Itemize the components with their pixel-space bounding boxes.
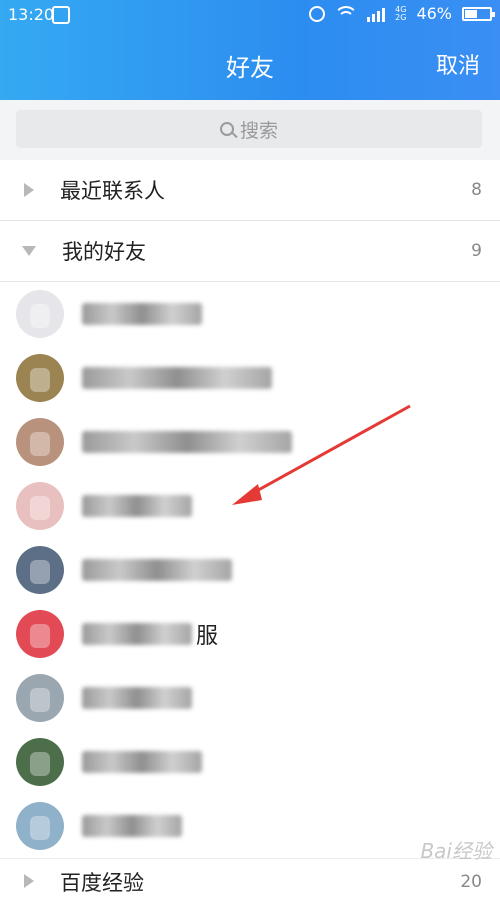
screenshot-app-icon — [52, 6, 70, 24]
friend-row[interactable] — [0, 282, 500, 347]
name-redaction — [82, 495, 192, 517]
friend-row[interactable] — [0, 538, 500, 603]
friend-row[interactable] — [0, 410, 500, 475]
friend-name — [82, 428, 296, 456]
friend-name — [82, 364, 276, 392]
search-icon — [219, 122, 234, 136]
group-label: 最近联系人 — [60, 179, 165, 203]
friend-name — [82, 812, 186, 840]
name-redaction — [82, 367, 272, 389]
search-area: 搜索 — [0, 100, 500, 160]
friend-row[interactable]: 服 — [0, 602, 500, 667]
avatar — [16, 546, 64, 594]
avatar — [16, 738, 64, 786]
group-my-friends[interactable]: 我的好友 9 — [0, 221, 500, 282]
avatar — [16, 418, 64, 466]
group-count: 8 — [471, 180, 482, 200]
avatar — [16, 802, 64, 850]
friend-name — [82, 492, 196, 520]
group-label: 我的好友 — [62, 240, 146, 264]
battery-percent: 46% — [416, 4, 452, 23]
group-count: 9 — [471, 241, 482, 261]
friend-row[interactable] — [0, 666, 500, 731]
avatar — [16, 610, 64, 658]
chevron-right-icon — [24, 183, 34, 197]
wifi-icon — [334, 5, 359, 22]
name-redaction — [82, 815, 182, 837]
name-redaction — [82, 687, 192, 709]
avatar-face — [30, 688, 50, 712]
friend-name — [82, 748, 206, 776]
avatar-face — [30, 752, 50, 776]
watermark: Bai经验 — [420, 839, 492, 863]
avatar-face — [30, 368, 50, 392]
name-redaction — [82, 623, 192, 645]
avatar-face — [30, 432, 50, 456]
friend-row[interactable] — [0, 474, 500, 539]
avatar-face — [30, 816, 50, 840]
friend-name — [82, 556, 236, 584]
network-type-icon: 4G 2G — [395, 4, 407, 22]
friend-row[interactable] — [0, 346, 500, 411]
friend-name — [82, 300, 206, 328]
friend-name: 服 — [82, 620, 219, 649]
group-baidu-experience[interactable]: 百度经验 20 — [0, 866, 500, 895]
signal-icon — [367, 6, 386, 22]
group-label: 百度经验 — [60, 871, 144, 895]
avatar — [16, 290, 64, 338]
page-title: 好友 — [226, 54, 274, 82]
battery-icon — [462, 6, 495, 21]
avatar-face — [30, 496, 50, 520]
battery-fill — [465, 9, 477, 18]
search-placeholder: 搜索 — [239, 119, 278, 142]
avatar-face — [30, 560, 50, 584]
avatar-face — [30, 624, 50, 648]
cancel-button[interactable]: 取消 — [436, 48, 480, 80]
app-header: 13:20 4G 2G 46% 好友 取消 — [0, 0, 500, 100]
name-redaction — [82, 751, 202, 773]
avatar — [16, 674, 64, 722]
chevron-down-icon — [22, 246, 36, 256]
friend-name — [82, 684, 196, 712]
friend-row[interactable] — [0, 730, 500, 795]
search-input[interactable]: 搜索 — [16, 110, 482, 148]
avatar-face — [30, 304, 50, 328]
alarm-icon — [309, 5, 326, 22]
name-redaction — [82, 559, 232, 581]
name-redaction — [82, 431, 292, 453]
status-time: 13:20 — [8, 5, 55, 24]
group-count: 20 — [460, 872, 482, 892]
name-redaction — [82, 303, 202, 325]
group-recent-contacts[interactable]: 最近联系人 8 — [0, 160, 500, 221]
name-visible-text: 服 — [196, 624, 219, 649]
avatar — [16, 482, 64, 530]
status-bar: 13:20 4G 2G 46% — [0, 0, 500, 30]
avatar — [16, 354, 64, 402]
